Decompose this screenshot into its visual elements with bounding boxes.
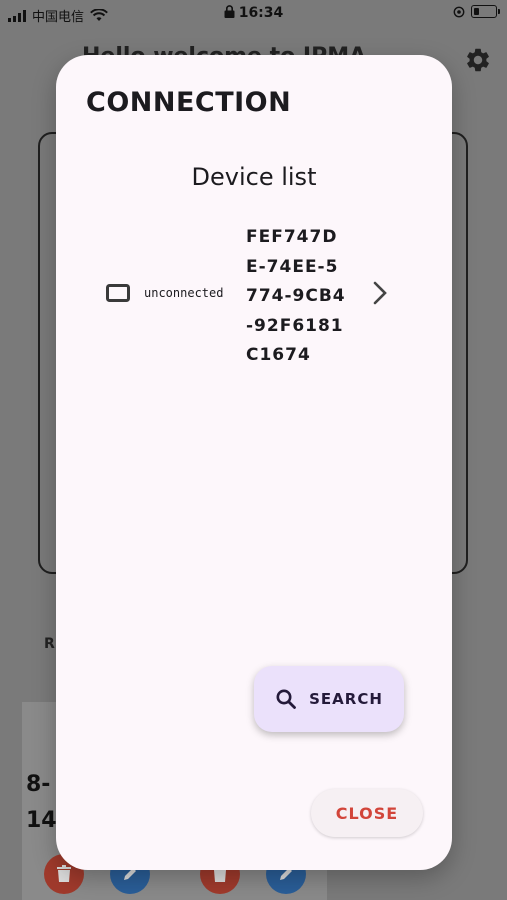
gear-icon[interactable] <box>464 46 492 74</box>
connection-dialog: CONNECTION Device list unconnected FEF74… <box>56 55 452 870</box>
device-outline-icon <box>106 284 130 302</box>
device-list-item[interactable]: unconnected FEF747DE-74EE-5774-9CB4-92F6… <box>104 223 404 365</box>
device-list-heading: Device list <box>191 163 317 191</box>
alarm-icon <box>453 6 465 17</box>
chevron-right-icon[interactable] <box>370 279 390 307</box>
search-button-label: SEARCH <box>309 690 383 708</box>
dialog-title: CONNECTION <box>86 87 292 118</box>
status-time: 16:34 <box>238 5 284 21</box>
status-bar: 中国电信 16:34 <box>0 0 507 28</box>
device-status: unconnected <box>144 286 224 300</box>
lock-icon <box>224 5 235 18</box>
close-button[interactable]: CLOSE <box>311 789 423 837</box>
close-button-label: CLOSE <box>335 803 399 823</box>
trash-icon <box>57 865 71 882</box>
record-date: 8- <box>26 772 51 797</box>
search-button[interactable]: SEARCH <box>254 666 404 732</box>
search-icon <box>276 689 297 709</box>
status-bar-right <box>453 5 500 18</box>
battery-icon <box>471 5 500 18</box>
device-id: FEF747DE-74EE-5774-9CB4-92F6181C1674 <box>246 227 346 365</box>
section-label: R <box>44 636 55 652</box>
